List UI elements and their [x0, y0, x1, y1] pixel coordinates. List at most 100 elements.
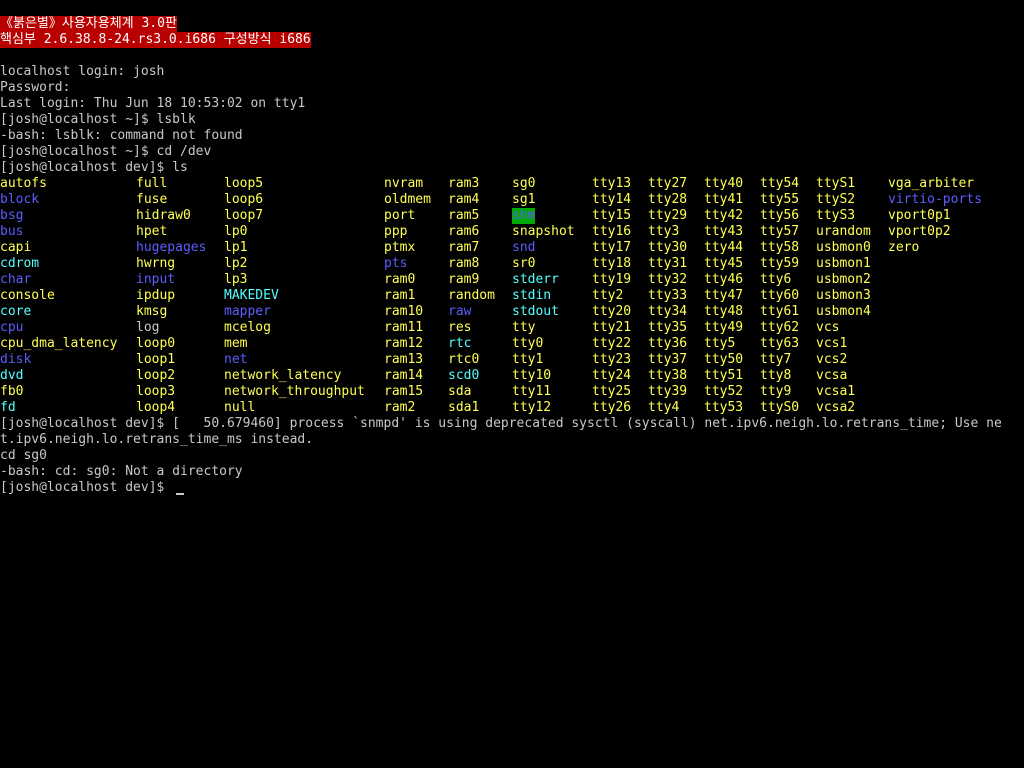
password-line: Password: [0, 80, 71, 95]
ls-entry-tty56: tty56 [760, 208, 800, 223]
command-line-cd-sg0: cd sg0 [0, 448, 47, 463]
ls-entry-dvd: dvd [0, 368, 24, 383]
ls-entry-nvram: nvram [384, 176, 424, 191]
os-banner-title: 《붉은별》사용자용체계 3.0판 [0, 16, 177, 32]
ls-entry-lp1: lp1 [224, 240, 248, 255]
ls-entry-tty31: tty31 [648, 256, 688, 271]
ls-entry-tty61: tty61 [760, 304, 800, 319]
ls-entry-ram15: ram15 [384, 384, 424, 399]
ls-entry-input: input [136, 272, 176, 287]
ls-entry-ram3: ram3 [448, 176, 480, 191]
ls-entry-ram10: ram10 [384, 304, 424, 319]
ls-entry-tty3: tty3 [648, 224, 680, 239]
ls-entry-usbmon4: usbmon4 [816, 304, 871, 319]
ls-entry-bsg: bsg [0, 208, 24, 223]
ls-entry-ram8: ram8 [448, 256, 480, 271]
ls-entry-tty10: tty10 [512, 368, 552, 383]
ls-entry-usbmon2: usbmon2 [816, 272, 871, 287]
ls-entry-scd0: scd0 [448, 368, 480, 383]
ls-entry-tty51: tty51 [704, 368, 744, 383]
ls-entry-tty55: tty55 [760, 192, 800, 207]
ls-entry-tty22: tty22 [592, 336, 632, 351]
ls-entry-cpu: cpu [0, 320, 24, 335]
ls-entry-tty17: tty17 [592, 240, 632, 255]
ls-entry-usbmon1: usbmon1 [816, 256, 871, 271]
ls-entry-full: full [136, 176, 168, 191]
ls-entry-vcsa1: vcsa1 [816, 384, 856, 399]
ls-entry-vcs1: vcs1 [816, 336, 848, 351]
error-line-cd: -bash: cd: sg0: Not a directory [0, 464, 243, 479]
ls-entry-ram1: ram1 [384, 288, 416, 303]
ls-entry-console: console [0, 288, 55, 303]
ls-entry-tty54: tty54 [760, 176, 800, 191]
ls-entry-ttys2: ttyS2 [816, 192, 856, 207]
ls-entry-tty46: tty46 [704, 272, 744, 287]
ls-entry-rtc: rtc [448, 336, 472, 351]
ls-entry-ppp: ppp [384, 224, 408, 239]
ls-entry-zero: zero [888, 240, 920, 255]
ls-entry-tty45: tty45 [704, 256, 744, 271]
ls-entry-shm: shm [512, 208, 536, 224]
ls-entry-sda: sda [448, 384, 472, 399]
ls-entry-stderr: stderr [512, 272, 559, 287]
ls-entry-tty1: tty1 [512, 352, 544, 367]
ls-entry-ttys0: ttyS0 [760, 400, 800, 415]
ls-entry-tty32: tty32 [648, 272, 688, 287]
ls-entry-tty0: tty0 [512, 336, 544, 351]
ls-entry-tty44: tty44 [704, 240, 744, 255]
ls-entry-tty2: tty2 [592, 288, 624, 303]
ls-entry-autofs: autofs [0, 176, 47, 191]
ls-entry-ram5: ram5 [448, 208, 480, 223]
ls-entry-tty30: tty30 [648, 240, 688, 255]
ls-entry-tty23: tty23 [592, 352, 632, 367]
ls-entry-tty29: tty29 [648, 208, 688, 223]
ls-entry-tty34: tty34 [648, 304, 688, 319]
ls-entry-vcs2: vcs2 [816, 352, 848, 367]
ls-entry-loop3: loop3 [136, 384, 176, 399]
ls-entry-tty62: tty62 [760, 320, 800, 335]
ls-entry-loop2: loop2 [136, 368, 176, 383]
ls-entry-tty35: tty35 [648, 320, 688, 335]
ls-entry-tty8: tty8 [760, 368, 792, 383]
ls-entry-tty43: tty43 [704, 224, 744, 239]
ls-entry-vga_arbiter: vga_arbiter [888, 176, 975, 191]
ls-entry-ttys1: ttyS1 [816, 176, 856, 191]
ls-entry-log: log [136, 320, 160, 335]
ls-entry-network_latency: network_latency [224, 368, 342, 383]
ls-entry-char: char [0, 272, 32, 287]
ls-entry-tty38: tty38 [648, 368, 688, 383]
command-line-ls: [josh@localhost dev]$ ls [0, 160, 188, 175]
ls-entry-ram0: ram0 [384, 272, 416, 287]
ls-entry-tty12: tty12 [512, 400, 552, 415]
ls-entry-tty33: tty33 [648, 288, 688, 303]
ls-entry-tty: tty [512, 320, 536, 335]
ls-entry-ram7: ram7 [448, 240, 480, 255]
ls-entry-core: core [0, 304, 32, 319]
ls-entry-lp2: lp2 [224, 256, 248, 271]
ls-entry-vcs: vcs [816, 320, 840, 335]
ls-entry-vport0p2: vport0p2 [888, 224, 951, 239]
ls-entry-capi: capi [0, 240, 32, 255]
ls-entry-tty25: tty25 [592, 384, 632, 399]
ls-entry-hugepages: hugepages [136, 240, 207, 255]
ls-entry-fuse: fuse [136, 192, 168, 207]
ls-entry-raw: raw [448, 304, 472, 319]
ls-entry-hwrng: hwrng [136, 256, 176, 271]
ls-entry-ptmx: ptmx [384, 240, 416, 255]
ls-entry-sg0: sg0 [512, 176, 536, 191]
ls-entry-ram9: ram9 [448, 272, 480, 287]
ls-entry-tty9: tty9 [760, 384, 792, 399]
ls-entry-tty15: tty15 [592, 208, 632, 223]
ls-entry-tty48: tty48 [704, 304, 744, 319]
ls-entry-ram6: ram6 [448, 224, 480, 239]
ls-entry-tty60: tty60 [760, 288, 800, 303]
ls-entry-fd: fd [0, 400, 16, 415]
ls-entry-random: random [448, 288, 495, 303]
ls-entry-tty14: tty14 [592, 192, 632, 207]
shell-prompt[interactable]: [josh@localhost dev]$ [0, 480, 164, 496]
ls-entry-pts: pts [384, 256, 408, 271]
ls-entry-tty19: tty19 [592, 272, 632, 287]
ls-entry-tty47: tty47 [704, 288, 744, 303]
text-cursor [176, 493, 184, 495]
terminal-screen[interactable]: 《붉은별》사용자용체계 3.0판 핵심부 2.6.38.8-24.rs3.0.i… [0, 0, 1024, 768]
